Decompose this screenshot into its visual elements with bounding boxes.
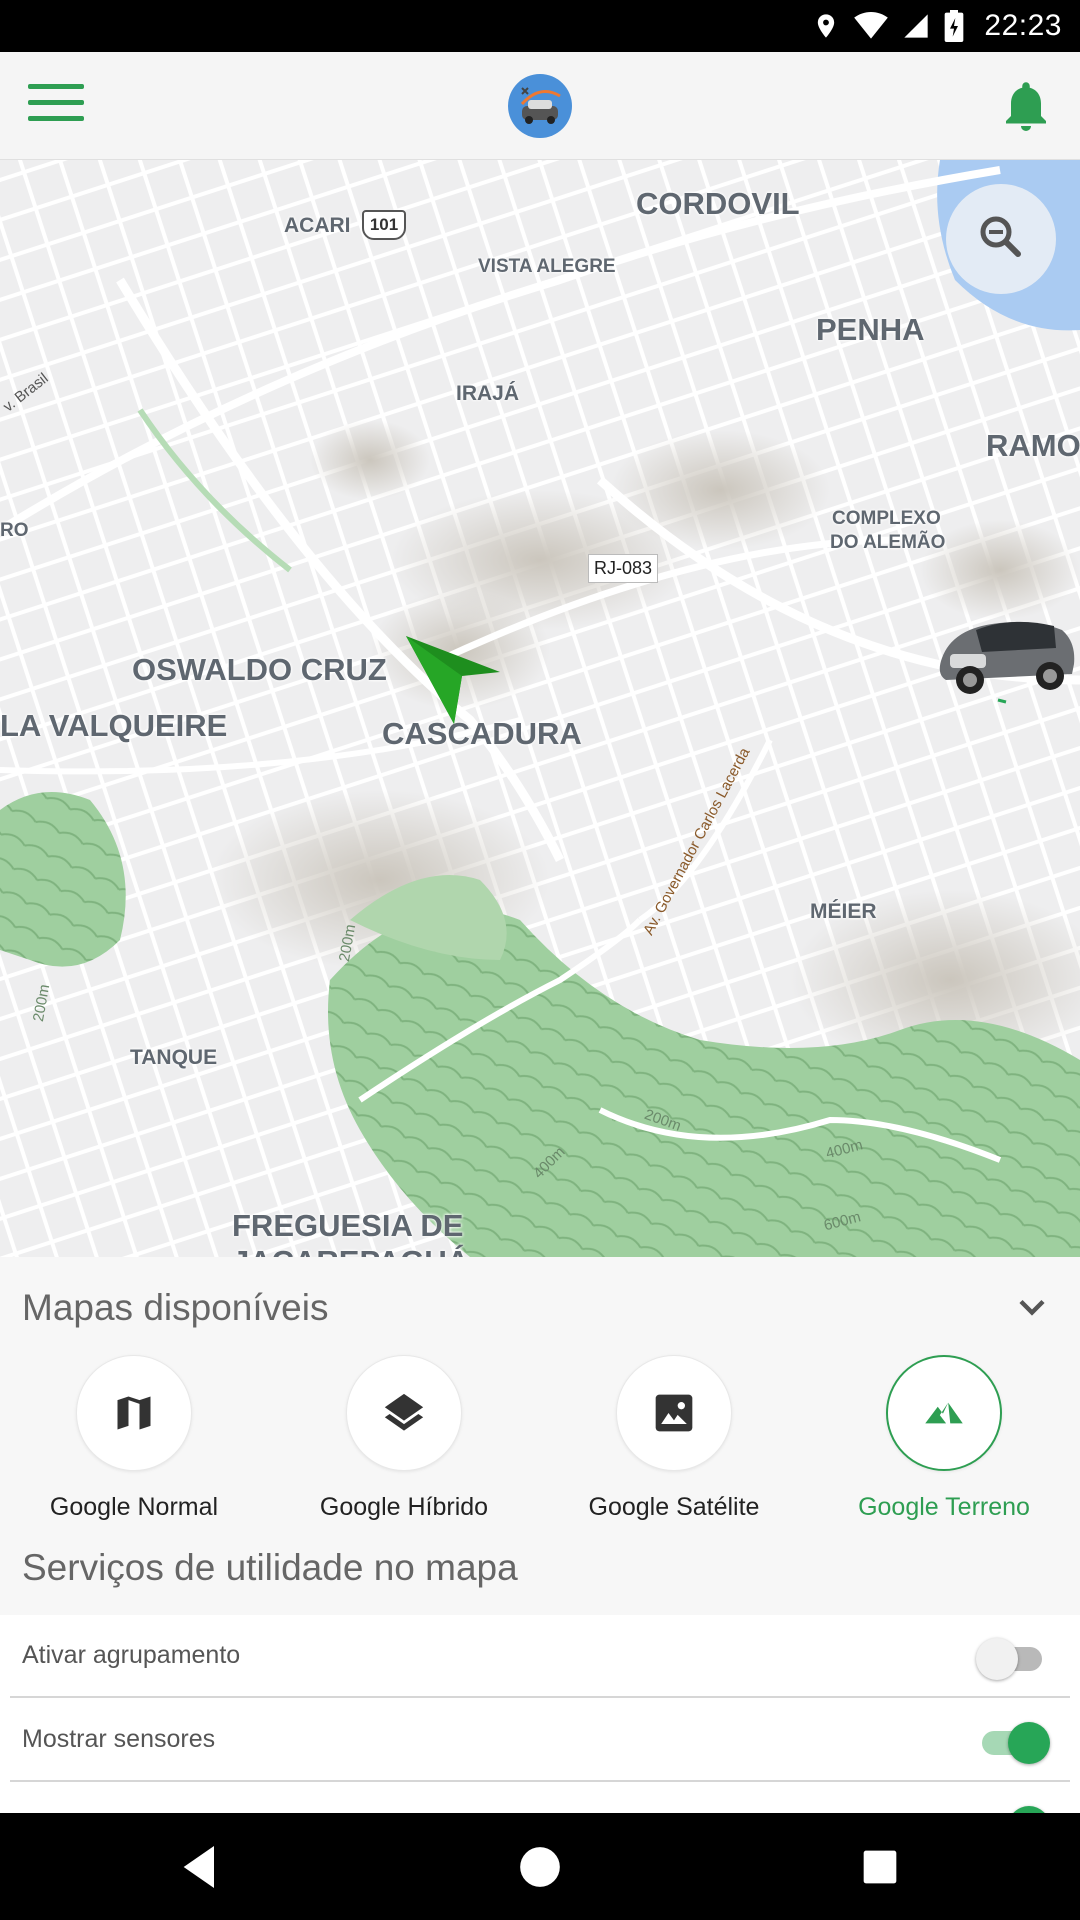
services-title: Serviços de utilidade no mapa (22, 1547, 518, 1588)
battery-icon (945, 10, 964, 42)
map-view[interactable]: CORDOVIL ACARI 101 VISTA ALEGRE PENHA IR… (0, 160, 1080, 1257)
car-icon[interactable] (932, 608, 1080, 708)
wifi-icon (854, 12, 889, 39)
setting-label: Mostrar sensores (22, 1725, 216, 1753)
map-label-freguesia-2: JACAREPAGUÁ (232, 1244, 469, 1257)
status-bar: 22:23 (0, 0, 1080, 52)
map-label-complexo-2: DO ALEMÃO (830, 532, 946, 553)
map-icon (117, 1396, 151, 1430)
back-triangle-icon[interactable] (172, 1839, 228, 1895)
layers-icon (384, 1393, 424, 1431)
system-nav-bar (0, 1813, 1080, 1920)
recents-square-icon[interactable] (852, 1839, 908, 1895)
agrupamento-toggle[interactable] (976, 1637, 1048, 1680)
setting-row-sensores: Mostrar sensores (10, 1699, 1070, 1782)
map-type-google-hibrido[interactable]: Google Híbrido (284, 1355, 524, 1522)
map-label-cordovil: CORDOVIL (636, 186, 800, 221)
map-label-ro: RO (0, 520, 29, 541)
map-label-oswaldo-cruz: OSWALDO CRUZ (132, 652, 387, 687)
map-type-google-satelite[interactable]: Google Satélite (554, 1355, 794, 1522)
map-label-freguesia-1: FREGUESIA DE (232, 1208, 464, 1243)
map-type-label: Google Normal (49, 1493, 219, 1521)
road-badge: RJ-083 (588, 554, 659, 583)
app-logo (508, 74, 572, 138)
home-circle-icon[interactable] (512, 1839, 568, 1895)
partial-toggle[interactable] (976, 1805, 1050, 1813)
sensores-toggle[interactable] (976, 1721, 1050, 1764)
map-label-penha: PENHA (816, 312, 925, 347)
map-label-valqueire: LA VALQUEIRE (0, 708, 228, 743)
map-label-vista-alegre: VISTA ALEGRE (478, 256, 616, 277)
location-icon (818, 14, 835, 38)
terrain-icon (925, 1402, 963, 1424)
bell-icon[interactable] (996, 76, 1056, 136)
route-shield: 101 (362, 210, 406, 240)
hamburger-menu-icon[interactable] (28, 84, 84, 128)
map-label-ramo: RAMO (986, 428, 1080, 463)
app-bar (0, 52, 1080, 160)
map-type-google-normal[interactable]: Google Normal (14, 1355, 254, 1522)
image-icon (655, 1394, 693, 1432)
map-label-complexo-1: COMPLEXO (832, 508, 941, 529)
map-label-meier: MÉIER (810, 900, 877, 923)
setting-row-agrupamento: Ativar agrupamento (10, 1615, 1070, 1698)
cell-signal-icon (904, 14, 929, 38)
sheet-title: Mapas disponíveis (22, 1287, 329, 1328)
zoom-out-icon[interactable] (946, 184, 1056, 294)
map-options-sheet: Mapas disponíveis Google Normal Google H… (0, 1257, 1080, 1813)
map-type-label: Google Híbrido (319, 1493, 489, 1521)
map-type-google-terreno[interactable]: Google Terreno (824, 1355, 1064, 1522)
map-type-label: Google Terreno (858, 1493, 1030, 1521)
map-label-tanque: TANQUE (130, 1046, 218, 1069)
navigation-arrow-icon[interactable] (404, 634, 504, 734)
setting-row-partial (10, 1783, 1070, 1813)
status-time: 22:23 (984, 9, 1062, 42)
chevron-down-icon[interactable] (1010, 1285, 1054, 1329)
setting-label: Ativar agrupamento (22, 1641, 241, 1669)
map-type-label: Google Satélite (588, 1493, 760, 1521)
settings-list: Ativar agrupamento Mostrar sensores (0, 1615, 1080, 1813)
map-label-iraja: IRAJÁ (456, 382, 520, 405)
map-label-acari: ACARI (284, 214, 351, 237)
